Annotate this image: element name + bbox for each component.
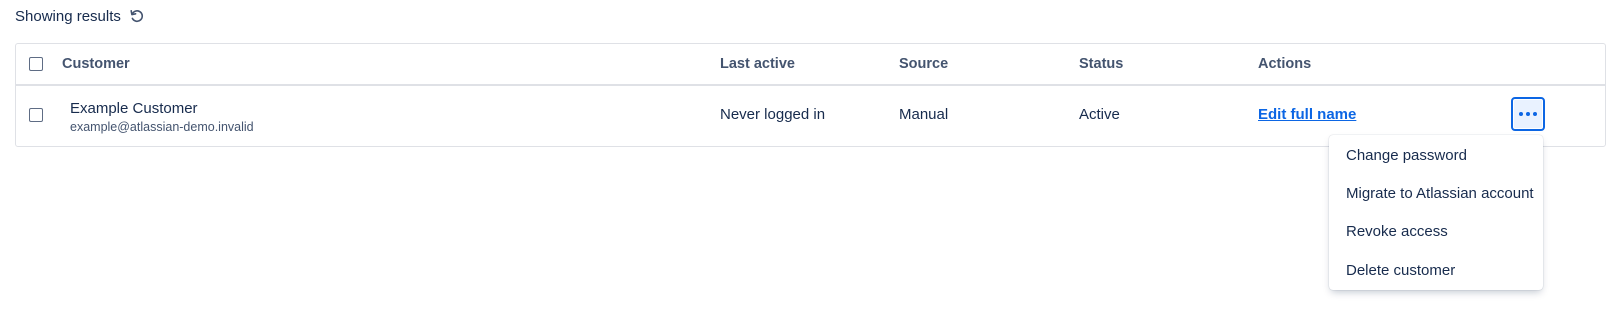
menu-item-change-password[interactable]: Change password (1329, 136, 1543, 174)
column-header-last-active[interactable]: Last active (720, 56, 795, 72)
status-cell: Active (1079, 106, 1120, 123)
more-actions-button[interactable] (1511, 97, 1545, 131)
table-header: Customer Last active Source Status Actio… (16, 44, 1605, 86)
customer-name: Example Customer (70, 100, 198, 117)
edit-full-name-link[interactable]: Edit full name (1258, 106, 1356, 123)
customer-email: example@atlassian-demo.invalid (70, 120, 254, 134)
column-header-customer[interactable]: Customer (62, 56, 130, 72)
source-cell: Manual (899, 106, 949, 123)
customers-table: Customer Last active Source Status Actio… (15, 43, 1606, 147)
row-checkbox[interactable] (29, 108, 43, 122)
column-header-source[interactable]: Source (899, 56, 948, 72)
menu-item-delete-customer[interactable]: Delete customer (1329, 251, 1543, 289)
menu-item-migrate-account[interactable]: Migrate to Atlassian account (1329, 174, 1543, 212)
more-icon (1519, 112, 1537, 116)
refresh-icon[interactable] (127, 6, 147, 26)
column-header-actions: Actions (1258, 56, 1312, 72)
menu-item-revoke-access[interactable]: Revoke access (1329, 212, 1543, 250)
actions-dropdown-menu: Change password Migrate to Atlassian acc… (1329, 135, 1543, 290)
results-label: Showing results (15, 7, 121, 25)
results-bar: Showing results (15, 6, 147, 26)
column-header-status[interactable]: Status (1079, 56, 1123, 72)
last-active-cell: Never logged in (720, 106, 826, 123)
select-all-checkbox[interactable] (29, 57, 43, 71)
